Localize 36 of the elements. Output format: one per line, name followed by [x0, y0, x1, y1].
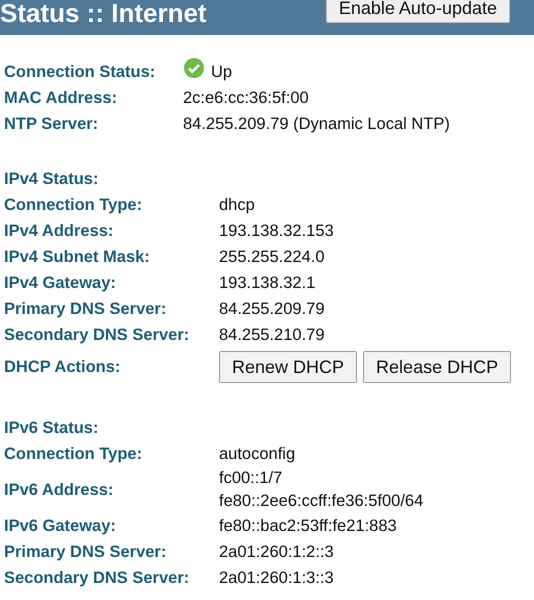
field-value: fe80::bac2:53ff:fe21:883: [219, 516, 398, 537]
field-label: Connection Type:: [4, 195, 144, 216]
field-value: 84.255.209.79: [219, 299, 326, 320]
field-value: fe80::2ee6:ccff:fe36:5f00/64: [219, 491, 424, 512]
field-label: Connection Type:: [4, 444, 144, 465]
page-title: Status :: Internet: [0, 0, 207, 28]
dhcp-button[interactable]: Release DHCP: [363, 351, 512, 383]
field-value: 84.255.209.79 (Dynamic Local NTP): [183, 114, 451, 135]
field-label: MAC Address:: [4, 88, 118, 109]
field-label: Connection Status:: [4, 62, 156, 83]
field-label: IPv4 Address:: [4, 221, 114, 242]
field-label: IPv4 Status:: [4, 169, 100, 190]
field-value: dhcp: [219, 195, 256, 216]
field-value: 255.255.224.0: [219, 247, 326, 268]
field-label: DHCP Actions:: [4, 357, 122, 378]
field-label: NTP Server:: [4, 114, 100, 135]
field-label: Primary DNS Server:: [4, 542, 168, 563]
field-value: 2c:e6:cc:36:5f:00: [183, 88, 310, 109]
field-label: IPv6 Address:: [4, 480, 114, 501]
field-value: fc00::1/7: [219, 468, 284, 489]
field-value: 193.138.32.1: [219, 273, 316, 294]
field-label: Secondary DNS Server:: [4, 568, 190, 589]
field-value: 2a01:260:1:3::3: [219, 568, 335, 589]
field-label: IPv6 Gateway:: [4, 516, 117, 537]
field-value: 2a01:260:1:2::3: [219, 542, 335, 563]
field-label: Primary DNS Server:: [4, 299, 168, 320]
field-label: IPv4 Subnet Mask:: [4, 247, 151, 268]
field-label: IPv6 Status:: [4, 418, 100, 439]
auto-update-button[interactable]: Enable Auto-update: [326, 0, 510, 23]
field-value: 193.138.32.153: [219, 221, 335, 242]
field-label: IPv4 Gateway:: [4, 273, 117, 294]
field-value: 84.255.210.79: [219, 325, 326, 346]
status-value: Up: [211, 62, 232, 83]
field-label: Secondary DNS Server:: [4, 325, 190, 346]
field-value: autoconfig: [219, 444, 296, 465]
dhcp-button[interactable]: Renew DHCP: [219, 351, 358, 383]
